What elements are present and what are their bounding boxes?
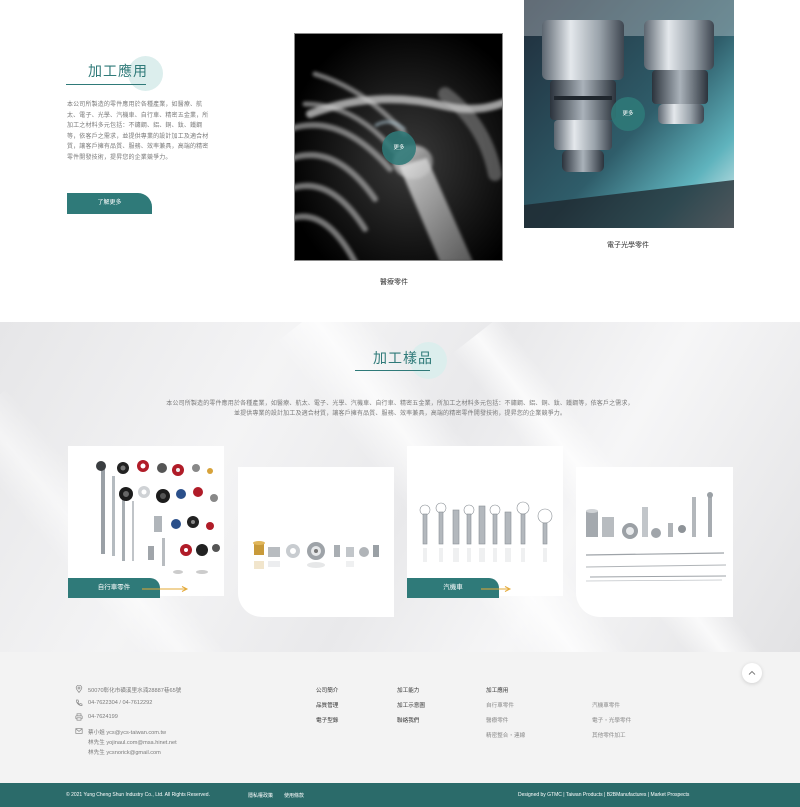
footer-link-catalog[interactable]: 電子型錄 <box>316 716 338 724</box>
contact-fax: 04-7624199 <box>88 714 118 720</box>
printer-icon <box>75 713 83 721</box>
samples-description-line1: 本公司所製造的零件應用於各種產業，如醫療、航太、電子、光學、汽機車、自行車、精密… <box>166 401 634 407</box>
footer-sublink-automotive[interactable]: 汽機車零件 <box>592 701 620 709</box>
credit-market-prospects[interactable]: Market Prospects <box>651 792 690 798</box>
automotive-parts-photo <box>419 501 553 562</box>
samples-description-line2: 並提供專業的設計加工及適合材質，讓客戶擁有品質、服務、效率兼具，高端的精密零件開… <box>233 411 567 417</box>
samples-title: 加工樣品 <box>373 350 433 366</box>
optical-more-button[interactable]: 更多 <box>611 97 645 131</box>
precision-parts-photo <box>253 541 379 569</box>
footer: 50070彰化市磺溪里水湳28887巷65號 04-7622304 / 04-7… <box>0 652 800 783</box>
contact-phone: 04-7622304 / 04-7612292 <box>88 700 153 706</box>
sample-card-precision[interactable] <box>238 467 394 617</box>
footer-sublink-medical[interactable]: 醫療零件 <box>486 716 508 724</box>
samples-section: 加工樣品 本公司所製造的零件應用於各種產業，如醫療、航太、電子、光學、汽機車、自… <box>0 322 800 652</box>
footer-sublink-bicycle[interactable]: 自行車零件 <box>486 701 514 709</box>
page: 加工應用 本公司所製造的零件應用於各種產業，如醫療、航太、電子、光學、汽機車、自… <box>0 0 800 807</box>
arrow-right-icon[interactable] <box>481 585 513 593</box>
medical-more-button[interactable]: 更多 <box>382 131 416 165</box>
machined-parts-photo <box>585 492 727 582</box>
terms-link[interactable]: 使用條款 <box>284 792 304 799</box>
copyright-text: © 2021 Yung Cheng Shun Industry Co., Ltd… <box>66 792 210 798</box>
chevron-up-icon <box>748 670 756 675</box>
credit-b2b[interactable]: B2BManufactures <box>607 792 647 798</box>
phone-icon <box>76 699 83 706</box>
sample-card-machined[interactable] <box>576 467 733 617</box>
contact-address: 50070彰化市磺溪里水湳28887巷65號 <box>88 688 182 694</box>
bicycle-parts-photo <box>96 460 220 574</box>
footer-link-quality[interactable]: 品質管理 <box>316 701 338 709</box>
optical-parts-image[interactable]: 更多 <box>524 0 734 228</box>
footer-link-capabilities[interactable]: 加工能力 <box>397 686 419 694</box>
footer-sublink-other[interactable]: 其他零件加工 <box>592 731 626 739</box>
footer-link-about[interactable]: 公司簡介 <box>316 686 338 694</box>
application-title: 加工應用 <box>88 63 148 79</box>
footer-link-applications[interactable]: 加工應用 <box>486 686 508 694</box>
contact-email[interactable]: 林先生 yojinaul.com@msa.hinet.net <box>88 738 177 746</box>
privacy-link[interactable]: 隱私權政策 <box>248 792 273 799</box>
scroll-to-top-button[interactable] <box>742 663 762 683</box>
location-pin-icon <box>75 685 83 693</box>
footer-sublink-integration[interactable]: 精密整合・連線 <box>486 731 525 739</box>
title-underline <box>355 370 430 371</box>
footer-link-contact[interactable]: 聯絡我們 <box>397 716 419 724</box>
medical-parts-caption[interactable]: 醫療零件 <box>380 277 408 287</box>
footer-link-process-diagram[interactable]: 加工示意圖 <box>397 701 425 709</box>
medical-parts-image[interactable]: 更多 <box>294 33 503 261</box>
footer-sublink-optical[interactable]: 電子・光學零件 <box>592 716 631 724</box>
sample-card-automotive[interactable] <box>407 446 563 596</box>
credit-taiwan-products[interactable]: Taiwan Products <box>566 792 603 798</box>
arrow-right-icon[interactable] <box>142 585 190 593</box>
mail-icon <box>75 728 83 734</box>
credits: Designed by GTMC | Taiwan Products | B2B… <box>518 792 689 798</box>
credit-designer[interactable]: Designed by GTMC <box>518 792 562 798</box>
application-description: 本公司所製造的零件應用於各種產業，如醫療、航太、電子、光學、汽機車、自行車、精密… <box>67 102 209 161</box>
copyright-bar: © 2021 Yung Cheng Shun Industry Co., Ltd… <box>0 783 800 807</box>
optical-parts-caption[interactable]: 電子光學零件 <box>607 240 649 250</box>
contact-email[interactable]: 蔡小姐 ycs@ycs-taiwan.com.tw <box>88 728 166 736</box>
sample-card-bicycle[interactable] <box>68 446 224 596</box>
title-underline <box>66 84 146 85</box>
contact-email[interactable]: 林先生 ycsnorick@gmail.com <box>88 748 161 756</box>
learn-more-button[interactable]: 了解更多 <box>67 193 152 214</box>
